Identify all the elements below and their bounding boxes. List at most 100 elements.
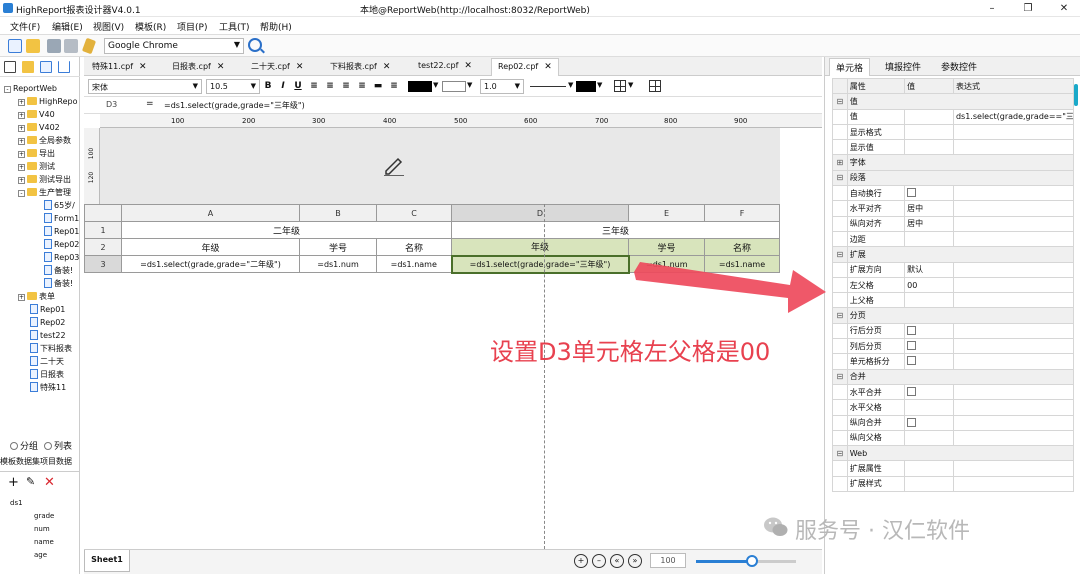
zoom-slider[interactable]	[696, 555, 796, 567]
cell-b2[interactable]: 学号	[299, 238, 377, 256]
prop-value[interactable]: 默认	[904, 261, 954, 278]
add-icon[interactable]: +	[8, 475, 19, 490]
prop-value[interactable]	[904, 429, 954, 447]
close-icon[interactable]: ✕	[544, 62, 552, 72]
font-size-select[interactable]: 10.5 ▼	[206, 79, 260, 94]
prop-value[interactable]: 居中	[904, 215, 954, 232]
prop-expr[interactable]	[952, 414, 1075, 431]
italic-button[interactable]: I	[277, 80, 289, 93]
tree-folder[interactable]: + 测试	[18, 161, 55, 173]
col-header[interactable]: D	[451, 204, 629, 222]
edit-icon[interactable]: ✎	[26, 475, 35, 488]
menu-template[interactable]: 模板(R)	[135, 20, 166, 33]
close-icon[interactable]: ✕	[464, 61, 472, 71]
prop-value[interactable]	[904, 108, 954, 125]
chevron-down-icon[interactable]: ▼	[467, 81, 472, 89]
radio-group[interactable]: 分组	[10, 439, 38, 452]
prop-expr[interactable]	[952, 261, 1075, 278]
preview-search-icon[interactable]	[248, 38, 262, 52]
zoom-input[interactable]: 100	[650, 553, 686, 568]
menu-project[interactable]: 项目(P)	[177, 20, 207, 33]
tab-param-control[interactable]: 参数控件	[937, 60, 981, 73]
zoom-out-icon[interactable]: –	[592, 554, 606, 568]
col-header[interactable]: C	[376, 204, 452, 222]
prop-expr[interactable]	[952, 399, 1075, 416]
tree-folder[interactable]: + V40	[18, 109, 55, 121]
fill-color-swatch[interactable]	[442, 81, 466, 92]
prop-expr[interactable]: ds1.select(grade,grade=="三...	[952, 108, 1075, 125]
chevron-down-icon[interactable]: ▼	[628, 81, 633, 89]
cell-d1[interactable]: 三年级	[451, 221, 780, 239]
collapse-icon[interactable]: ⊟	[832, 169, 848, 187]
next-icon[interactable]: »	[628, 554, 642, 568]
chevron-down-icon[interactable]: ▼	[597, 81, 602, 89]
tree-file[interactable]: 65岁/	[44, 200, 75, 212]
close-button[interactable]: ✕	[1057, 2, 1071, 15]
align-left-icon[interactable]: ≡	[308, 80, 320, 93]
prop-expr[interactable]	[952, 353, 1075, 370]
grid-icon[interactable]	[4, 61, 16, 73]
save-icon[interactable]	[47, 39, 61, 53]
cell-c2[interactable]: 名称	[376, 238, 452, 256]
tab-file[interactable]: test22.cpf ✕	[412, 58, 478, 76]
cell-c3[interactable]: =ds1.name	[376, 255, 452, 273]
cell-b3[interactable]: =ds1.num	[299, 255, 377, 273]
tab-cell[interactable]: 单元格	[829, 58, 871, 76]
new-file-icon[interactable]	[8, 39, 22, 53]
previous-icon[interactable]: «	[610, 554, 624, 568]
tree-file[interactable]: 二十天	[30, 356, 64, 368]
prop-value[interactable]	[904, 460, 954, 477]
tree-file[interactable]: Rep03	[44, 252, 79, 264]
open-folder-icon[interactable]	[26, 39, 40, 53]
tree-file[interactable]: Rep01	[44, 226, 79, 238]
prop-expr[interactable]	[952, 185, 1075, 202]
tree-file[interactable]: 特殊11	[30, 382, 66, 394]
cell-a2[interactable]: 年级	[121, 238, 300, 256]
prop-value[interactable]: 00	[904, 276, 954, 294]
dataset-field[interactable]: grade	[34, 512, 54, 520]
bold-button[interactable]: B	[262, 80, 274, 93]
maximize-button[interactable]: ❐	[1021, 2, 1035, 15]
folder-icon[interactable]	[22, 61, 34, 73]
collapse-icon[interactable]: ⊟	[832, 246, 848, 263]
menu-edit[interactable]: 编辑(E)	[52, 20, 83, 33]
collapse-icon[interactable]: ⊟	[832, 307, 848, 324]
prop-expr[interactable]	[952, 215, 1075, 232]
chevron-down-icon[interactable]: ▼	[568, 81, 573, 89]
prop-expr[interactable]	[952, 276, 1075, 294]
formula-input[interactable]: =ds1.select(grade,grade="三年级")	[164, 100, 305, 111]
expand-icon[interactable]: ⊞	[832, 154, 848, 171]
row-header[interactable]: 1	[84, 221, 122, 239]
tree-folder[interactable]: + 表单	[18, 291, 55, 303]
merge-cells-icon[interactable]	[649, 80, 661, 92]
tab-file[interactable]: 日报表.cpf ✕	[166, 58, 230, 76]
collapse-icon[interactable]: ⊟	[832, 93, 848, 110]
prop-expr[interactable]	[952, 322, 1075, 340]
prop-expr[interactable]	[952, 292, 1075, 309]
tree-file[interactable]: Rep02	[44, 239, 79, 251]
cell-e2[interactable]: 学号	[628, 238, 705, 256]
tree-file[interactable]: 备装!	[44, 265, 73, 277]
collapse-icon[interactable]: ⊟	[832, 368, 848, 385]
save-all-icon[interactable]	[64, 39, 78, 53]
prop-expr[interactable]	[952, 460, 1075, 477]
align-center-icon[interactable]: ≡	[324, 80, 336, 93]
tree-folder[interactable]: - 生产管理	[18, 187, 71, 199]
minimize-button[interactable]: –	[985, 2, 999, 15]
checkbox[interactable]	[907, 325, 917, 335]
valign-middle-icon[interactable]: ▬	[372, 80, 384, 93]
tab-fill-control[interactable]: 填报控件	[881, 60, 925, 73]
checkbox[interactable]	[907, 341, 917, 351]
design-area[interactable]	[100, 128, 780, 204]
prop-value[interactable]	[904, 230, 954, 248]
dataset-field[interactable]: num	[34, 525, 50, 533]
close-icon[interactable]: ✕	[217, 62, 225, 72]
zoom-in-icon[interactable]: +	[574, 554, 588, 568]
prop-expr[interactable]	[952, 475, 1075, 493]
upload-icon[interactable]	[58, 61, 70, 73]
cell-f3[interactable]: =ds1.name	[704, 255, 780, 273]
close-icon[interactable]: ✕	[139, 62, 147, 72]
tree-folder[interactable]: + 导出	[18, 148, 55, 160]
line-width-select[interactable]: 1.0 ▼	[480, 79, 524, 94]
tree-folder[interactable]: + V402	[18, 122, 60, 134]
